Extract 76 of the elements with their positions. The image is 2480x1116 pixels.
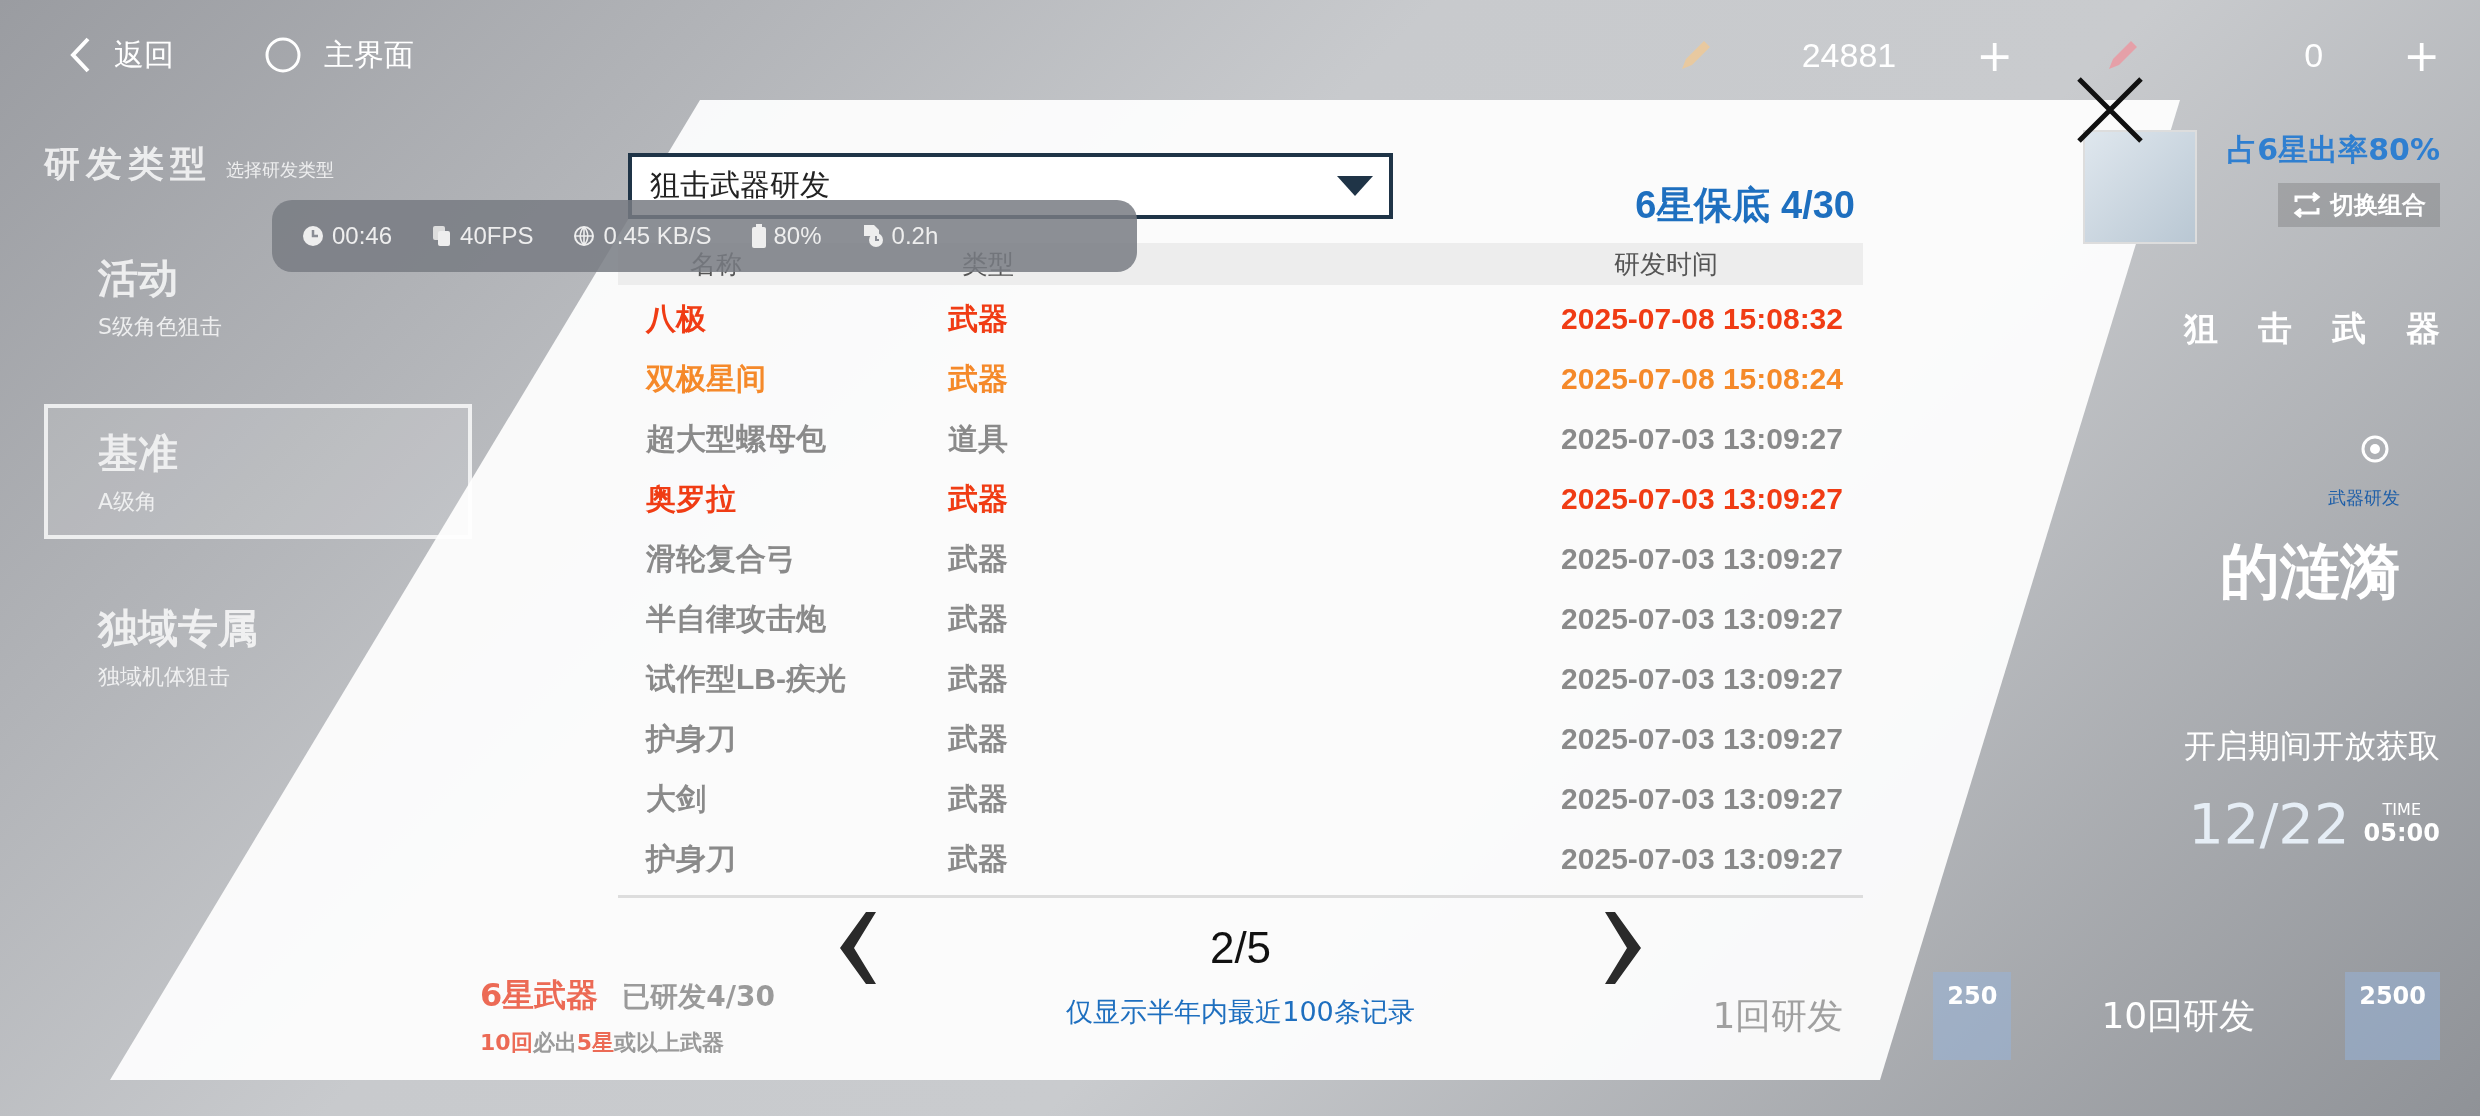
item-time: 2025-07-08 15:08:32 [1560,302,1844,336]
item-time: 2025-07-03 13:09:27 [1560,782,1844,816]
session-clock: 00:46 [332,222,393,250]
guarantee-title: 6星武器 [480,975,599,1016]
item-time: 2025-07-03 13:09:27 [1560,662,1844,696]
item-time: 2025-07-03 13:09:27 [1560,602,1844,636]
banner-type-title: 狙击武器 [2184,307,2480,350]
column-header: 研发时间 [1613,247,1719,281]
item-name: 超大型螺母包 [645,420,827,457]
item-type: 武器 [947,360,1009,397]
item-time: 2025-07-03 13:09:27 [1560,542,1844,576]
item-name: 护身刀 [644,720,737,757]
item-type: 武器 [947,480,1009,517]
item-name: 滑轮复合弓 [645,540,797,577]
item-time: 2025-07-03 13:09:27 [1560,722,1844,756]
target-icon [2360,434,2390,464]
banner-date: 12/22 [2188,791,2350,856]
close-icon[interactable] [2075,75,2145,145]
sidebar-title: 研发类型 [44,142,212,186]
rate-text: 占6星出率80% [2227,131,2440,169]
clock-icon [302,225,324,247]
item-name: 试作型LB-疾光 [644,660,847,697]
session-duration: 0.2h [891,222,939,250]
availability-text: 开启期间开放获取 [2184,726,2440,767]
copy-icon [432,225,453,247]
column-header: 类型 [961,247,1015,281]
banner-name: 的涟漪 [2220,535,2400,608]
item-name: 大剑 [645,780,707,817]
single-pull-button[interactable]: 1回研发 [1662,981,1894,1051]
item-name: 奥罗拉 [645,480,737,517]
circle-icon [264,36,302,74]
records-note: 仅显示半年内最近100条记录 [1066,995,1415,1029]
fps-reading: 40FPS [460,222,534,250]
home-button[interactable]: 主界面 [264,34,414,76]
back-chevron-icon [68,35,92,75]
banner-category: 武器研发 [2328,486,2400,510]
add-button[interactable]: + [1976,29,2014,81]
item-type: 武器 [947,720,1009,757]
file-clock-icon [861,224,884,248]
network-reading: 0.45 KB/S [603,222,712,250]
battery-icon [751,224,766,248]
item-type: 武器 [947,300,1009,337]
back-button[interactable]: 返回 [68,34,174,76]
time-label: TIME [2382,800,2421,819]
item-name: 双极星间 [644,360,767,397]
item-name: 半自律攻击炮 [645,600,827,637]
item-type: 武器 [947,540,1009,577]
cost-badge: 250 [1933,972,2012,1060]
item-type: 武器 [947,600,1009,637]
page-indicator: 2/5 [1209,923,1272,973]
currency-amount: 0 [2303,35,2324,75]
pity-counter: 6星保底 4/30 [1635,183,1855,228]
time-value: 05:00 [2363,819,2440,847]
multi-pull-button[interactable]: 10回研发 [2051,981,2306,1051]
item-type: 武器 [947,780,1009,817]
column-header: 名称 [689,247,743,281]
globe-icon [573,225,596,247]
item-time: 2025-07-03 13:09:27 [1560,482,1844,516]
guarantee-rule: 10回必出5星或以上武器 [480,1029,725,1057]
item-type: 武器 [947,660,1009,697]
add-button[interactable]: + [2403,29,2440,81]
battery-reading: 80% [773,222,822,250]
swap-icon [2292,192,2322,218]
item-type: 武器 [947,840,1009,877]
cost-badge: 2500 [2345,972,2440,1060]
dropdown-triangle-icon [1335,173,1375,198]
item-time: 2025-07-03 13:09:27 [1560,842,1844,876]
item-time: 2025-07-03 13:09:27 [1560,422,1844,456]
switch-button[interactable]: 切换组合 [2278,183,2440,227]
sidebar-subtitle: 选择研发类型 [226,158,334,182]
sidebar-item[interactable]: 独域专属 独域机体狙击 [44,579,472,714]
item-type: 道具 [947,420,1009,457]
item-name: 八极 [644,300,707,337]
developed-count-text: 已研发4/30 [622,979,775,1015]
item-name: 护身刀 [644,840,737,877]
item-time: 2025-07-08 15:08:24 [1560,362,1844,396]
